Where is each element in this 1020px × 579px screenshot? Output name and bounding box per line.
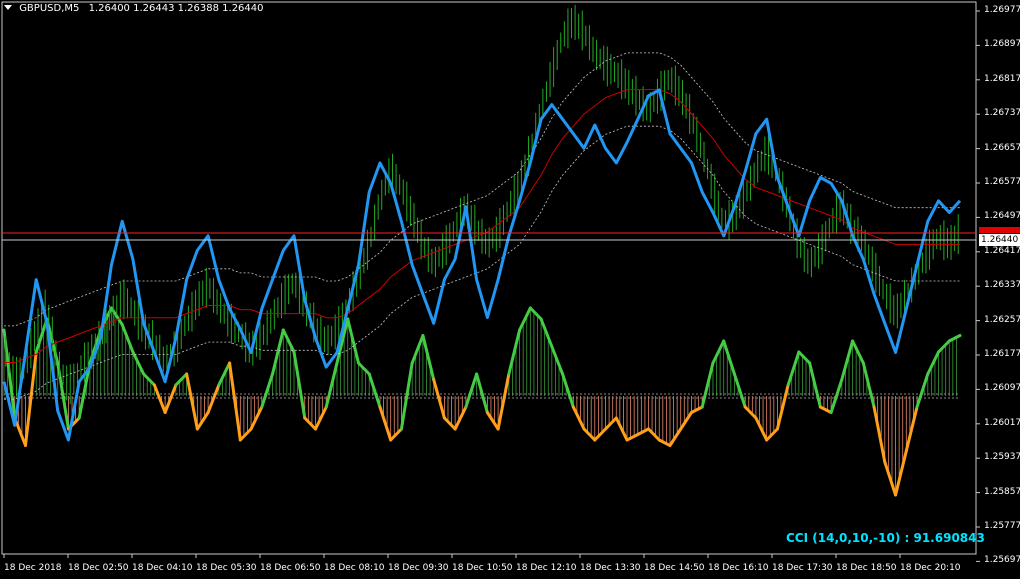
time-tick-label: 18 Dec 10:50 <box>452 563 513 573</box>
time-tick-label: 18 Dec 16:10 <box>708 563 769 573</box>
chart-header[interactable]: GBPUSD,M5 1.26400 1.26443 1.26388 1.2644… <box>4 3 264 14</box>
indicator-label: CCI (14,0,10,-10) : 91.690843 <box>786 531 985 545</box>
ohlc-values: 1.26400 1.26443 1.26388 1.26440 <box>88 3 264 14</box>
price-tick-label: 1.26977 <box>984 5 1020 15</box>
price-tick-label: 1.25937 <box>984 452 1020 463</box>
symbol-label: GBPUSD,M5 <box>19 3 80 14</box>
price-tick-label: 1.26737 <box>984 108 1020 119</box>
time-tick-label: 18 Dec 13:30 <box>580 563 641 573</box>
chevron-down-icon[interactable] <box>4 5 12 10</box>
time-tick-label: 18 Dec 04:10 <box>132 563 193 573</box>
price-tick-label: 1.26817 <box>984 73 1020 84</box>
time-tick-label: 18 Dec 2018 <box>4 563 62 573</box>
price-tick-label: 1.26417 <box>984 245 1020 256</box>
price-tick-label: 1.26257 <box>984 314 1020 325</box>
price-tick-label: 1.26497 <box>984 211 1020 222</box>
price-tick-label: 1.26017 <box>984 417 1020 428</box>
time-tick-label: 18 Dec 17:30 <box>772 563 833 573</box>
time-tick-label: 18 Dec 06:50 <box>260 563 321 573</box>
time-tick-label: 18 Dec 18:50 <box>836 563 897 573</box>
time-tick-label: 18 Dec 02:50 <box>68 563 129 573</box>
price-tick-label: 1.26577 <box>984 177 1020 187</box>
time-tick-label: 18 Dec 09:30 <box>388 563 449 573</box>
time-tick-label: 18 Dec 08:10 <box>324 563 385 573</box>
price-tick-label: 1.26337 <box>984 280 1020 291</box>
current-price-badge: 1.26440 <box>979 234 1020 246</box>
ask-price-badge <box>979 227 1020 233</box>
price-tick-label: 1.25857 <box>984 486 1020 497</box>
price-tick-label: 1.26097 <box>984 383 1020 394</box>
time-tick-label: 18 Dec 14:50 <box>644 563 705 573</box>
price-tick-label: 1.26897 <box>984 39 1020 50</box>
time-tick-label: 18 Dec 12:10 <box>516 563 577 573</box>
price-tick-label: 1.26177 <box>984 349 1020 359</box>
price-tick-label: 1.25777 <box>984 521 1020 531</box>
time-tick-label: 18 Dec 20:10 <box>900 563 961 573</box>
price-tick-label: 1.26657 <box>984 142 1020 153</box>
time-tick-label: 18 Dec 05:30 <box>196 563 257 573</box>
price-chart <box>0 0 1020 579</box>
price-tick-label: 1.25697 <box>984 555 1020 566</box>
